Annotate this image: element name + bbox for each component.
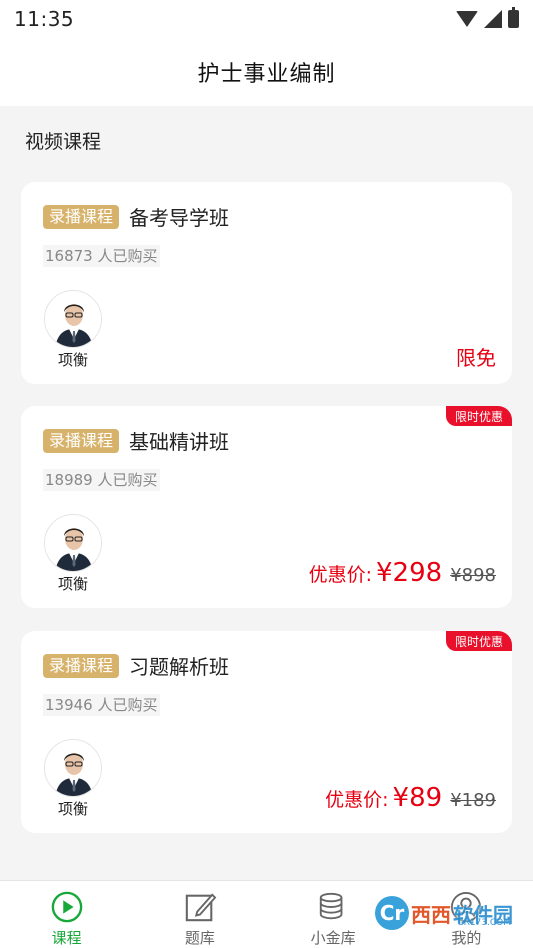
tab-label: 我的 bbox=[451, 929, 482, 947]
teacher-name: 项衡 bbox=[57, 800, 88, 818]
price-block: 优惠价: ¥89 ¥189 bbox=[325, 783, 496, 813]
original-price: ¥898 bbox=[450, 565, 496, 586]
teacher-name: 项衡 bbox=[57, 575, 88, 593]
status-bar: 11:35 bbox=[0, 0, 533, 38]
teacher-avatar bbox=[44, 739, 102, 797]
watermark-logo: Cr 西西 软件园 CR173.COM bbox=[375, 896, 513, 930]
buyer-count: 13946 人已购买 bbox=[43, 694, 160, 716]
tab-label: 小金库 bbox=[310, 929, 356, 947]
title-bar: 护士事业编制 bbox=[0, 38, 533, 106]
teacher-avatar bbox=[44, 290, 102, 348]
discount-price: ¥89 bbox=[392, 783, 443, 813]
teacher-avatar bbox=[44, 514, 102, 572]
buyer-count: 18989 人已购买 bbox=[43, 469, 160, 491]
course-name: 习题解析班 bbox=[129, 655, 229, 679]
watermark-badge-icon: Cr bbox=[375, 896, 409, 930]
course-type-tag: 录播课程 bbox=[43, 654, 120, 678]
discount-price: ¥298 bbox=[376, 558, 443, 588]
tab-label: 题库 bbox=[184, 929, 215, 947]
section-title: 视频课程 bbox=[25, 131, 102, 153]
course-card[interactable]: 限时优惠 录播课程 基础精讲班 18989 人已购买 项衡 优惠价: ¥298 … bbox=[21, 406, 512, 608]
watermark-site: CR173.COM bbox=[457, 918, 511, 928]
course-card[interactable]: 录播课程 备考导学班 16873 人已购买 项衡 限免 bbox=[21, 182, 512, 384]
teacher-photo bbox=[45, 740, 101, 796]
teacher-photo bbox=[45, 291, 101, 347]
discount-price-label: 优惠价: bbox=[325, 789, 389, 811]
play-circle-icon bbox=[51, 891, 82, 923]
wifi-icon bbox=[456, 11, 478, 27]
signal-icon bbox=[484, 10, 502, 28]
status-time: 11:35 bbox=[14, 7, 75, 31]
buyer-count: 16873 人已购买 bbox=[43, 245, 160, 267]
teacher-name: 项衡 bbox=[57, 351, 88, 369]
course-type-tag: 录播课程 bbox=[43, 429, 120, 453]
teacher-photo bbox=[45, 515, 101, 571]
course-card[interactable]: 限时优惠 录播课程 习题解析班 13946 人已购买 项衡 优惠价: ¥89 ¥… bbox=[21, 631, 512, 833]
battery-icon bbox=[508, 7, 519, 28]
course-type-tag: 录播课程 bbox=[43, 205, 120, 229]
tab-courses[interactable]: 课程 bbox=[0, 881, 133, 948]
page-title: 护士事业编制 bbox=[197, 62, 336, 87]
price-free-label: 限免 bbox=[456, 346, 496, 370]
edit-note-icon bbox=[185, 893, 217, 922]
price-block: 优惠价: ¥298 ¥898 bbox=[309, 558, 496, 588]
discount-price-label: 优惠价: bbox=[308, 564, 373, 586]
watermark-mark: 西西 bbox=[411, 902, 451, 927]
limited-offer-ribbon: 限时优惠 bbox=[446, 631, 512, 651]
course-name: 基础精讲班 bbox=[129, 430, 229, 454]
course-name: 备考导学班 bbox=[129, 206, 229, 230]
status-icons bbox=[456, 7, 519, 28]
coins-stack-icon bbox=[319, 892, 343, 920]
tab-question-bank[interactable]: 题库 bbox=[133, 881, 266, 948]
limited-offer-ribbon: 限时优惠 bbox=[446, 406, 512, 426]
original-price: ¥189 bbox=[450, 790, 496, 811]
tab-label: 课程 bbox=[51, 929, 82, 947]
